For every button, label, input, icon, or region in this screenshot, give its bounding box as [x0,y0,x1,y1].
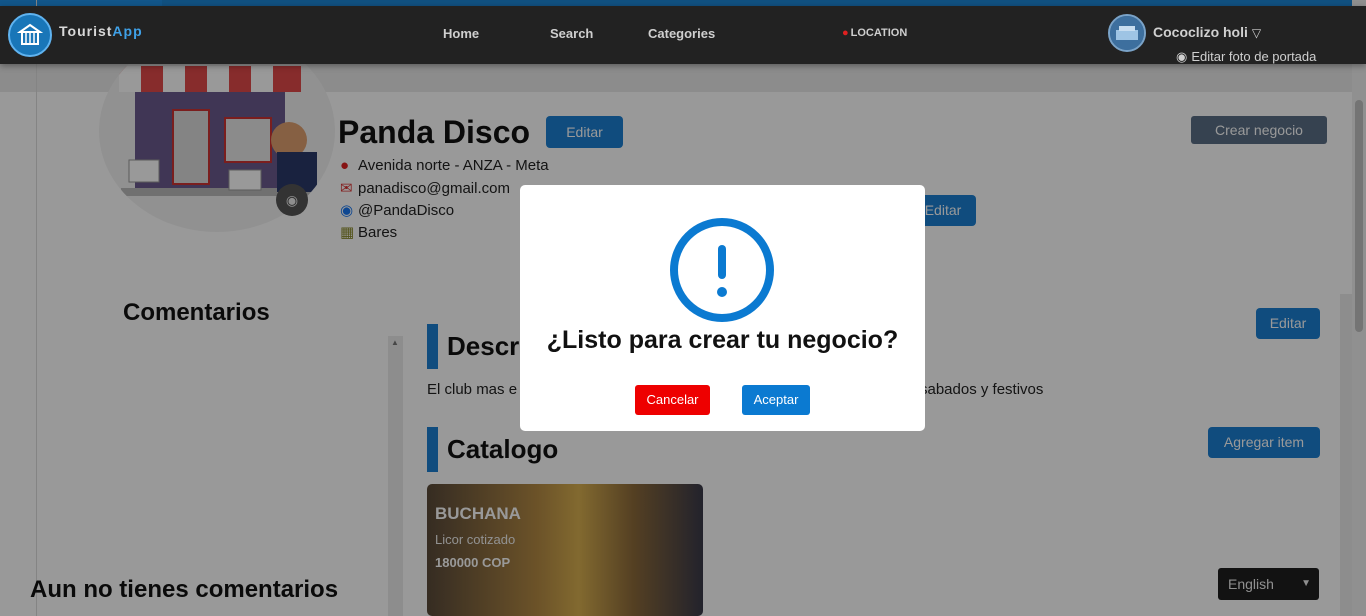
nav-home[interactable]: Home [443,26,479,41]
location-pin-icon: ● [842,27,849,39]
confirm-modal: ¿Listo para crear tu negocio? Cancelar A… [520,185,925,431]
modal-title: ¿Listo para crear tu negocio? [546,326,899,354]
user-name-text: Cococlizo holi [1153,24,1248,40]
navbar: TouristApp Home Search Categories ● LOCAT… [0,6,1366,64]
avatar-image [1110,16,1144,50]
app-logo[interactable] [8,13,52,57]
edit-cover-photo-link[interactable]: ◉ Editar foto de portada [1176,49,1316,65]
brand-suffix: App [112,23,143,39]
storefront-logo-icon [17,23,43,45]
brand-name[interactable]: TouristApp [59,23,143,39]
nav-location-label: LOCATION [850,27,908,39]
cancel-button[interactable]: Cancelar [635,385,710,415]
chevron-down-icon: ▽ [1251,26,1262,40]
edit-cover-photo-text: Editar foto de portada [1191,49,1317,64]
camera-icon: ◉ [1176,49,1188,64]
nav-categories[interactable]: Categories [648,26,715,41]
exclamation-circle-icon [670,218,774,322]
brand-name-text: Tourist [59,23,113,39]
accept-button[interactable]: Aceptar [742,385,810,415]
user-avatar[interactable] [1108,14,1146,52]
nav-search[interactable]: Search [550,26,593,41]
nav-location[interactable]: ● LOCATION [842,27,907,39]
user-menu[interactable]: Cococlizo holi ▽ [1153,24,1261,40]
